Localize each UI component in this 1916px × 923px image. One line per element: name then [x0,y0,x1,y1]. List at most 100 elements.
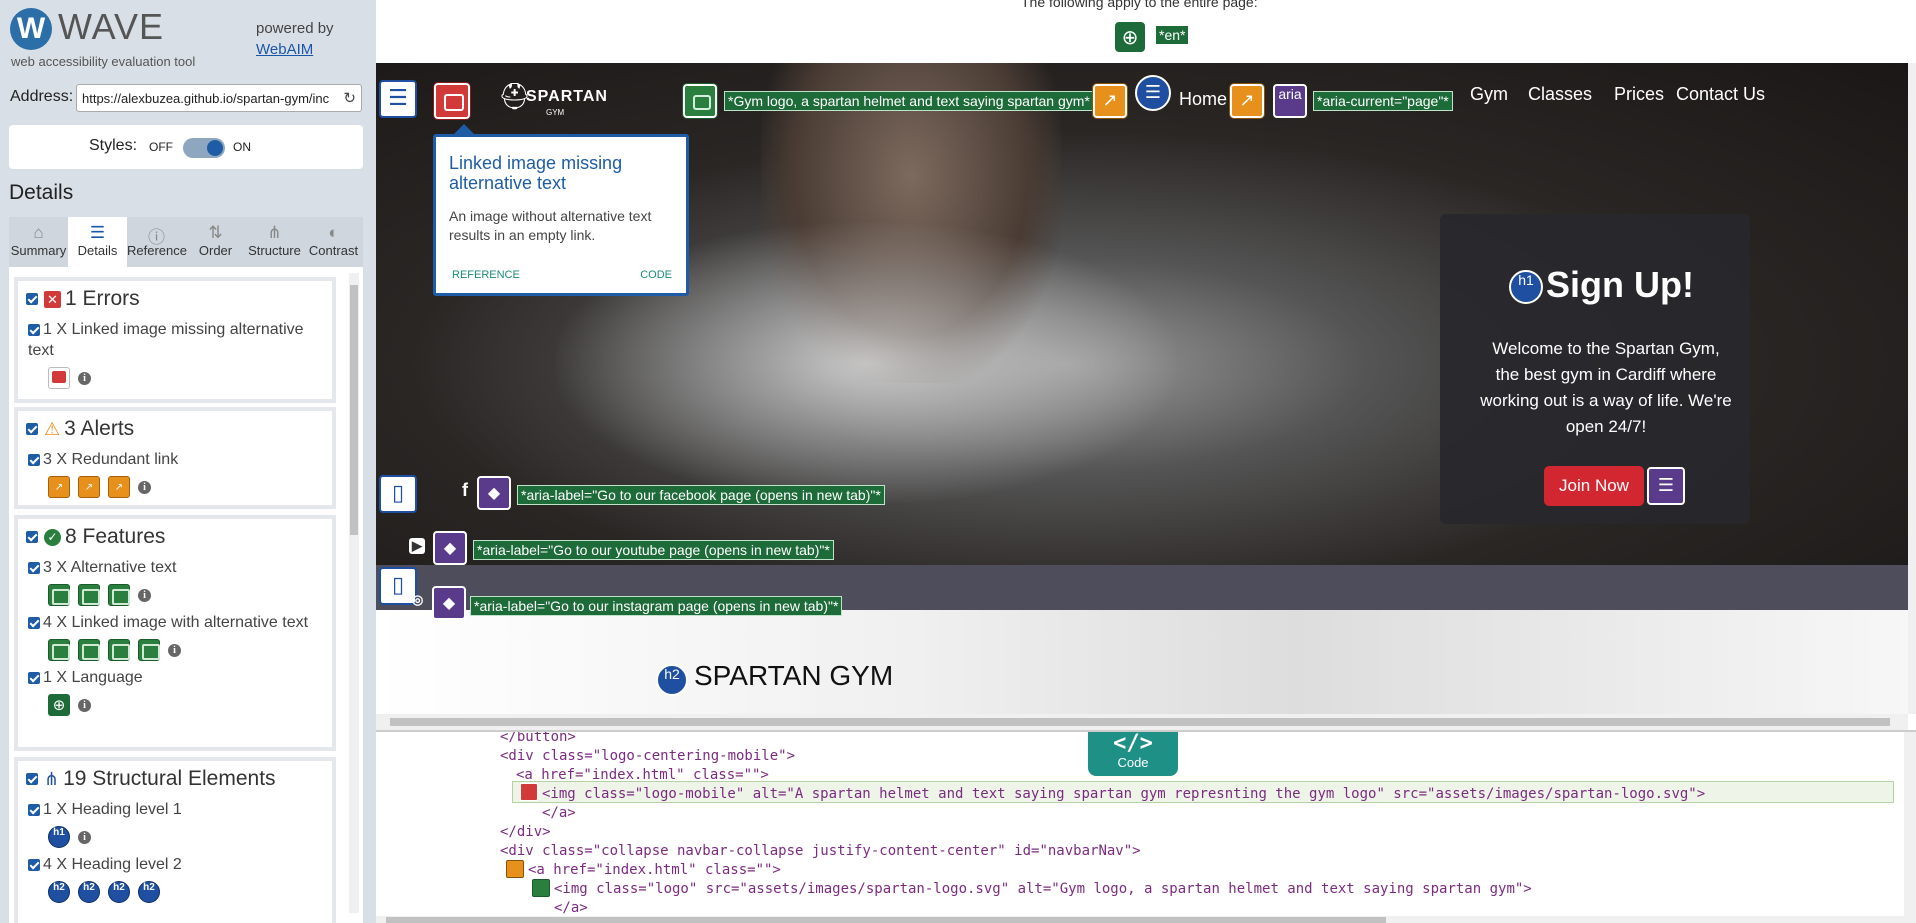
code-vscroll[interactable] [1904,732,1916,916]
aria-label-icon[interactable]: ◆ [432,586,466,620]
item-checkbox[interactable] [28,616,40,629]
facebook-aria-label: *aria-label="Go to our facebook page (op… [517,485,885,505]
tab-summary[interactable]: ⌂ Summary [9,217,68,267]
address-input[interactable]: https://alexbuzea.github.io/spartan-gym/… [76,84,362,112]
linked-image-missing-alt-icon[interactable] [434,83,470,119]
app-title: WAVE [58,6,165,47]
aria-icon[interactable]: aria [1273,84,1307,118]
tab-order[interactable]: ⇅ Order [186,217,245,267]
language-globe-icon[interactable]: ⊕ [1115,22,1145,52]
list-icon[interactable]: ☰ [1135,75,1171,111]
heading-1-icon[interactable]: h1 [1509,270,1543,304]
aria-tag-icon[interactable]: ☰ [1647,467,1685,505]
sidebar-tabs: ⌂ Summary ☰ Details ⓘ Reference ⇅ Order ⋔ Str… [9,217,363,267]
page-vscroll[interactable] [1908,63,1916,714]
tooltip-reference-link[interactable]: REFERENCE [452,269,520,281]
nav-link-classes[interactable]: Classes [1528,84,1592,105]
item-checkbox[interactable] [28,453,40,466]
list-icon: ☰ [89,223,106,242]
error-item-label: 1 X Linked image missing alternative tex… [28,321,304,359]
redundant-link-icon[interactable]: ↗ [108,476,130,498]
structure-checkbox[interactable] [26,773,38,786]
linked-image-alt-icon[interactable] [683,84,717,118]
scrollbar-thumb[interactable] [350,285,358,535]
region-icon[interactable]: ▯ [379,475,417,513]
info-icon[interactable]: i [138,588,151,602]
info-icon[interactable]: i [78,698,91,712]
heading-2-icon[interactable]: h2 [108,881,130,903]
linked-image-alt-icon[interactable] [48,639,70,661]
reload-icon[interactable]: ↻ [343,89,356,107]
linked-image-alt-icon[interactable] [138,639,160,661]
item-checkbox[interactable] [28,671,40,684]
item-checkbox[interactable] [28,803,40,816]
tab-reference[interactable]: ⓘ Reference [127,217,187,267]
webaim-link[interactable]: WebAIM [256,41,334,58]
alt-text-icon[interactable] [108,584,130,606]
info-icon[interactable]: i [78,830,91,844]
linked-image-alt-icon[interactable] [532,879,550,897]
wave-app: W WAVE web accessibility evaluation tool… [0,0,1916,923]
heading-2-icon[interactable]: h2 [656,664,688,696]
alt-text-icon[interactable] [78,584,100,606]
redundant-link-icon[interactable]: ↗ [1230,84,1264,118]
tab-details[interactable]: ☰ Details [68,217,127,267]
page-hscroll[interactable] [376,714,1908,730]
alerts-checkbox[interactable] [26,423,38,436]
aria-current-label: *aria-current="page"* [1313,91,1453,111]
code-toggle-button[interactable]: </> Code [1088,732,1178,776]
instagram-icon[interactable]: ◎ [412,592,423,608]
styles-toggle[interactable] [183,138,225,158]
structure-title: 19 Structural Elements [63,767,276,790]
alt-text-icon[interactable] [48,584,70,606]
features-checkbox[interactable] [26,531,38,544]
address-value: https://alexbuzea.github.io/spartan-gym/… [82,91,330,106]
panel-scrollbar[interactable] [349,273,359,913]
info-icon[interactable]: i [138,480,151,494]
code-hscroll[interactable] [376,916,1916,923]
nav-link-home[interactable]: Home [1179,89,1227,110]
errors-checkbox[interactable] [26,293,38,306]
redundant-link-icon[interactable] [506,860,524,878]
redundant-link-icon[interactable]: ↗ [48,476,70,498]
heading-2-icon[interactable]: h2 [138,881,160,903]
tab-label: Contrast [308,243,359,258]
heading-2-icon[interactable]: h2 [78,881,100,903]
linked-image-alt-icon[interactable] [78,639,100,661]
join-now-button[interactable]: Join Now [1544,466,1644,506]
code-line: <div class="logo-centering-mobile"> [500,748,796,764]
order-icon: ⇅ [208,223,223,242]
item-checkbox[interactable] [28,858,40,871]
scrollbar-thumb[interactable] [386,917,1386,923]
section-heading: SPARTAN GYM [694,660,894,691]
item-checkbox[interactable] [28,561,40,574]
linked-image-missing-alt-icon[interactable] [520,783,538,801]
aria-label-icon[interactable]: ◆ [433,531,467,565]
info-icon[interactable]: i [78,371,91,385]
features-category: ✓ 8 Features 3 X Alternative text i 4 X L… [14,515,336,751]
linked-image-alt-icon[interactable] [108,639,130,661]
youtube-icon[interactable]: ▶ [409,538,425,554]
linked-image-missing-alt-icon[interactable] [48,367,70,389]
button-icon[interactable]: ☰ [379,80,417,118]
nav-link-gym[interactable]: Gym [1470,84,1508,105]
heading-2-icon[interactable]: h2 [48,881,70,903]
nav-link-contact[interactable]: Contact Us [1676,84,1765,105]
redundant-link-icon[interactable]: ↗ [1093,84,1127,118]
nav-link-prices[interactable]: Prices [1614,84,1664,105]
heading-1-icon[interactable]: h1 [48,826,70,848]
tab-label: Structure [248,243,301,258]
info-icon[interactable]: i [168,643,181,657]
item-checkbox[interactable] [28,323,40,336]
scrollbar-thumb[interactable] [390,718,1890,726]
tab-structure[interactable]: ⋔ Structure [245,217,304,267]
tab-contrast[interactable]: ◐ Contrast [304,217,363,267]
globe-icon[interactable]: ⊕ [48,694,70,716]
redundant-link-icon[interactable]: ↗ [78,476,100,498]
signup-card: h1 Sign Up! Welcome to the Spartan Gym, … [1440,214,1750,524]
signup-text: Welcome to the Spartan Gym, the best gym… [1480,339,1732,436]
facebook-icon[interactable]: f [462,480,468,501]
aria-label-icon[interactable]: ◆ [477,476,511,510]
address-label: Address: [10,88,74,105]
tooltip-code-link[interactable]: CODE [640,269,672,281]
